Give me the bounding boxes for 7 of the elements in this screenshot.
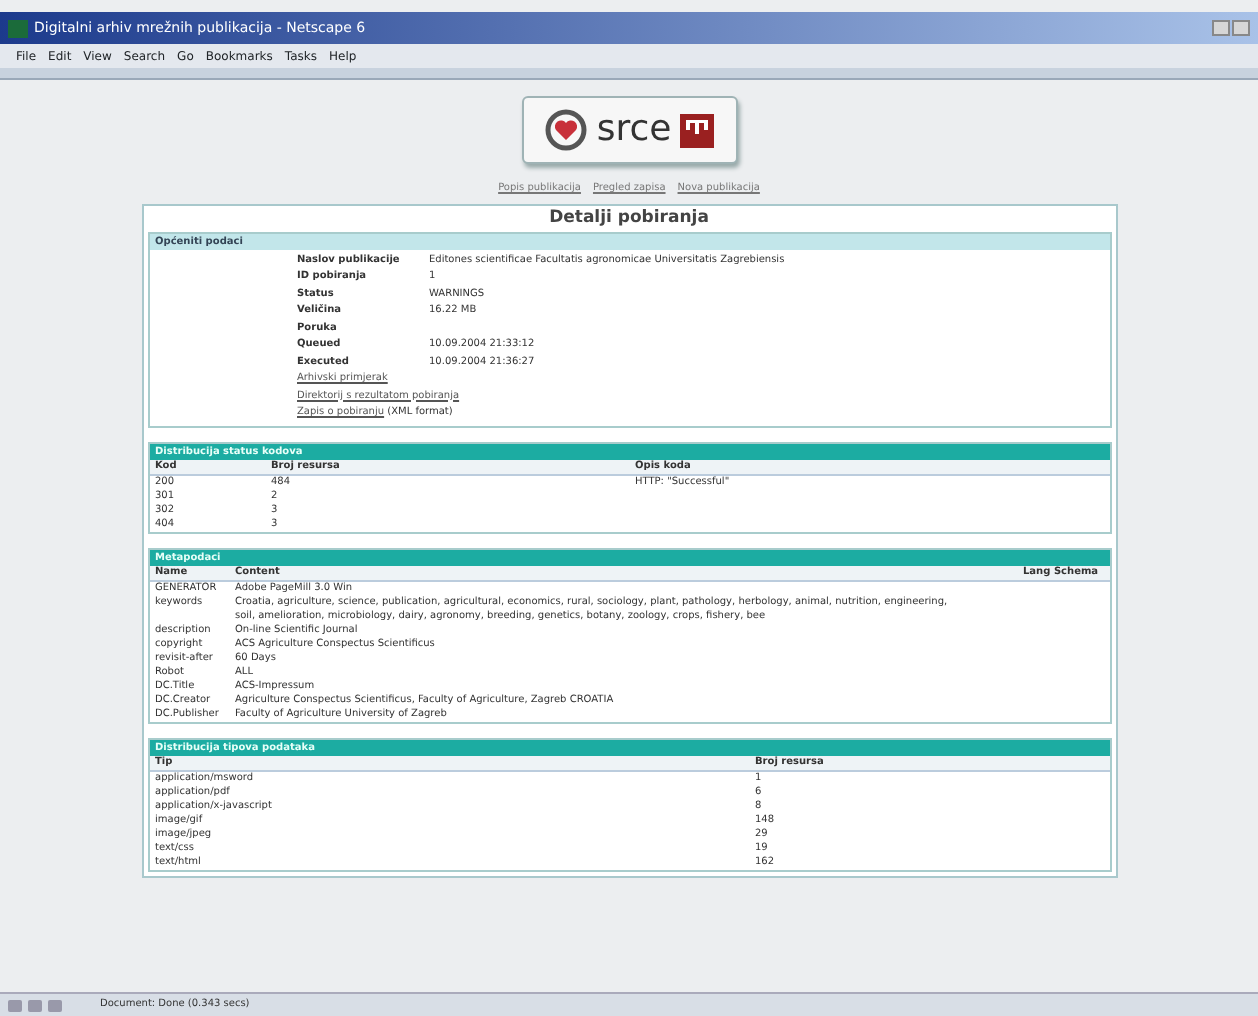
logo-text: srce [596, 112, 672, 148]
app-icon [8, 19, 28, 37]
heart-at-icon [544, 108, 589, 152]
page-title: Detalji pobiranja [547, 205, 711, 231]
building-icon [679, 113, 714, 147]
minimize-button[interactable] [1212, 20, 1230, 36]
maximize-button[interactable] [1232, 20, 1250, 36]
